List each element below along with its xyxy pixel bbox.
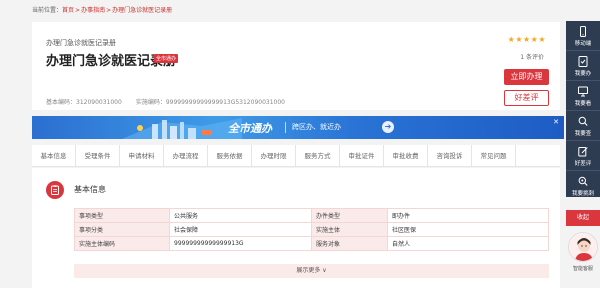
service-subtitle: 办理门急诊就医记录册 <box>46 39 116 47</box>
rail-item-query[interactable]: 我要查 <box>566 111 600 141</box>
rail-label: 我要看 <box>574 101 592 107</box>
section-title: 基本信息 <box>74 185 106 194</box>
basic-info-table: 事项类型 公共服务 办件类型 即办件 事项分类 社会保障 实施主体 社区医保 实… <box>74 208 549 251</box>
table-key: 事项分类 <box>74 222 170 237</box>
service-codes: 基本编码：312090031000 实施编码：99999999999999913G… <box>46 97 285 106</box>
breadcrumb-separator: > <box>75 7 81 14</box>
rail-label: 我要查 <box>574 131 592 137</box>
table-key: 服务对象 <box>311 236 388 251</box>
side-rail: 移动端 我要办 我要看 我要查 好差评 我要挑刺 <box>566 21 600 197</box>
arrow-right-icon[interactable]: ➔ <box>382 121 394 133</box>
table-key: 办件类型 <box>311 208 388 223</box>
rating-stars: ★★★★★ <box>507 35 546 44</box>
breadcrumb-separator: > <box>106 7 112 14</box>
table-value: 自然人 <box>387 236 549 251</box>
table-key: 实施主体编码 <box>74 236 170 251</box>
monitor-icon <box>578 86 588 97</box>
rail-label: 移动端 <box>574 41 592 47</box>
table-value: 社区医保 <box>387 222 549 237</box>
tab-materials[interactable]: 申请材料 <box>120 145 164 167</box>
rail-item-mobile[interactable]: 移动端 <box>566 21 600 51</box>
edit-icon <box>578 147 588 157</box>
rail-label: 我要挑刺 <box>571 191 594 197</box>
info-tabs: 基本信息 受理条件 申请材料 办理流程 服务依据 办理时限 服务方式 审批证件 … <box>32 145 560 167</box>
breadcrumb-home[interactable]: 首页 <box>62 7 74 14</box>
basic-code: 基本编码：312090031000 <box>46 99 122 106</box>
rail-label: 好差评 <box>574 161 592 167</box>
table-row: 事项分类 社会保障 实施主体 社区医保 <box>74 222 549 237</box>
magnifier-bug-icon <box>578 176 588 186</box>
table-key: 事项类型 <box>74 208 170 223</box>
banner-title: 全市通办 <box>228 122 272 135</box>
evaluation-count[interactable]: 1 条评价 <box>520 52 544 61</box>
search-icon <box>578 116 588 126</box>
checklist-icon <box>578 56 588 67</box>
close-icon[interactable]: ✕ <box>553 118 559 126</box>
tab-certificates[interactable]: 审批证件 <box>340 145 384 167</box>
citywide-tag: 全市通办 <box>154 54 179 63</box>
breadcrumb-prefix: 当前位置： <box>32 7 63 14</box>
show-more-button[interactable]: 展示更多 ∨ <box>74 264 549 278</box>
breadcrumb-guide[interactable]: 办事指南 <box>81 7 105 14</box>
banner-subtitle: 跨区办、就近办 <box>292 123 341 131</box>
customer-service-icon <box>569 233 597 261</box>
tab-process[interactable]: 办理流程 <box>164 145 208 167</box>
banner-divider <box>285 122 286 133</box>
table-value: 社会保障 <box>169 222 312 237</box>
rail-label: 我要办 <box>574 71 592 77</box>
breadcrumb: 当前位置：首页>办事指南>办理门急诊就医记录册 <box>32 5 172 14</box>
tab-conditions[interactable]: 受理条件 <box>76 145 120 167</box>
table-value: 公共服务 <box>169 208 312 223</box>
table-row: 实施主体编码 99999999999999913G 服务对象 自然人 <box>74 236 549 251</box>
rail-item-feedback[interactable]: 我要挑刺 <box>566 171 600 201</box>
tab-service-mode[interactable]: 服务方式 <box>296 145 340 167</box>
citywide-banner[interactable]: 全市通办 跨区办、就近办 ➔ ✕ <box>32 116 564 139</box>
rail-item-view[interactable]: 我要看 <box>566 81 600 111</box>
tab-basis[interactable]: 服务依据 <box>208 145 252 167</box>
review-button[interactable]: 好差评 <box>504 90 549 106</box>
table-key: 实施主体 <box>311 222 388 237</box>
table-value: 即办件 <box>387 208 549 223</box>
table-row: 事项类型 公共服务 办件类型 即办件 <box>74 208 549 223</box>
breadcrumb-current: 办理门急诊就医记录册 <box>112 7 173 14</box>
rail-item-apply[interactable]: 我要办 <box>566 51 600 81</box>
tab-time-limit[interactable]: 办理时限 <box>252 145 296 167</box>
implementation-code: 实施编码：99999999999999913G5312090031000 <box>135 99 285 106</box>
collapse-button[interactable]: 收起 <box>566 210 600 226</box>
basic-info-section: 基本信息 事项类型 公共服务 办件类型 即办件 事项分类 社会保障 实施主体 社… <box>32 168 560 288</box>
clipboard-icon <box>46 181 64 199</box>
tab-consultation[interactable]: 咨询投诉 <box>428 145 472 167</box>
assistant-avatar[interactable] <box>568 232 598 262</box>
assistant-label: 智能客服 <box>572 266 593 272</box>
mobile-icon <box>580 26 586 37</box>
rail-item-review[interactable]: 好差评 <box>566 141 600 171</box>
tab-basic-info[interactable]: 基本信息 <box>32 145 76 167</box>
tab-faq[interactable]: 常见问题 <box>472 145 516 167</box>
apply-now-button[interactable]: 立即办理 <box>504 69 549 85</box>
table-value: 99999999999999913G <box>169 236 312 251</box>
service-header-card: 办理门急诊就医记录册 办理门急诊就医记录册 全市通办 ★★★★★ 1 条评价 立… <box>32 22 560 110</box>
city-illustration-icon <box>122 118 242 139</box>
tab-fees[interactable]: 审批收费 <box>384 145 428 167</box>
